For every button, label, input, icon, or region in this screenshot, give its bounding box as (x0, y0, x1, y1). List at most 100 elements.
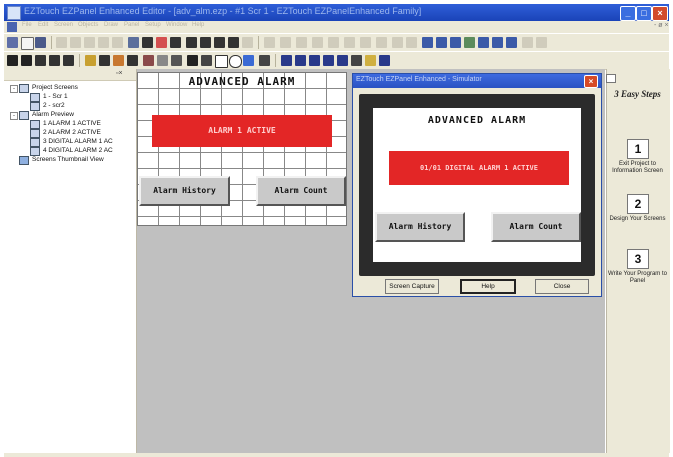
screen-capture-button[interactable]: Screen Capture (385, 279, 439, 294)
tree-thumbnail-view[interactable]: Screens Thumbnail View (32, 156, 104, 163)
ellipse-icon[interactable] (229, 55, 242, 68)
lamp-icon[interactable] (113, 55, 124, 66)
copy-icon[interactable] (70, 37, 81, 48)
menu-edit[interactable]: Edit (38, 22, 48, 28)
table-icon[interactable] (337, 55, 348, 66)
minimize-button[interactable]: _ (620, 6, 636, 21)
align-icon[interactable] (242, 37, 253, 48)
simulator-close-icon[interactable]: × (584, 75, 598, 88)
simulator-alarm-count-button[interactable]: Alarm Count (491, 212, 581, 242)
line-icon[interactable] (201, 55, 212, 66)
menu-screen[interactable]: Screen (54, 22, 73, 28)
tree-alarm-2[interactable]: 2 ALARM 2 ACTIVE (43, 129, 101, 136)
tree-alarm-3[interactable]: 3 DIGITAL ALARM 1 AC (43, 138, 113, 145)
new-icon[interactable] (21, 37, 34, 50)
menu-help[interactable]: Help (192, 22, 204, 28)
snap-grid-icon[interactable] (228, 37, 239, 48)
meter-icon[interactable] (143, 55, 154, 66)
display-icon[interactable] (127, 55, 138, 66)
plc-icon[interactable] (450, 37, 461, 48)
text-icon[interactable] (259, 55, 270, 66)
button-object-icon[interactable] (99, 55, 110, 66)
help-icon[interactable] (156, 37, 167, 48)
rectangle-icon[interactable] (215, 55, 228, 68)
settings-icon[interactable] (379, 55, 390, 66)
simulator-help-button[interactable]: Help (460, 279, 516, 294)
font-icon[interactable] (7, 55, 18, 66)
print-icon[interactable] (142, 37, 153, 48)
trend-icon[interactable] (309, 55, 320, 66)
design-alarm-history-button[interactable]: Alarm History (139, 176, 230, 206)
menu-file[interactable]: File (22, 22, 32, 28)
alarm-icon[interactable] (281, 55, 292, 66)
zoom-icon[interactable] (186, 37, 197, 48)
simulator-close-button[interactable]: Close (535, 279, 589, 294)
close-button[interactable]: × (652, 6, 668, 21)
recipe-icon[interactable] (295, 55, 306, 66)
context-help-icon[interactable] (170, 37, 181, 48)
grid-icon[interactable] (200, 37, 211, 48)
object-icon[interactable] (85, 55, 96, 66)
screen-icon[interactable] (128, 37, 139, 48)
tree-screen-1[interactable]: 1 - Scr 1 (43, 93, 68, 100)
next-icon[interactable] (522, 37, 533, 48)
step-3-button[interactable]: 3 (627, 249, 649, 269)
tag-db-icon[interactable] (436, 37, 447, 48)
chart-icon[interactable] (323, 55, 334, 66)
color-icon[interactable] (243, 55, 254, 66)
panel-minimize-icon[interactable] (606, 74, 616, 83)
paste-icon[interactable] (84, 37, 95, 48)
size-icon[interactable] (392, 37, 403, 48)
center-icon[interactable] (406, 37, 417, 48)
panel-close-icon[interactable]: ▫× (116, 70, 123, 77)
monitor-icon[interactable] (506, 37, 517, 48)
upload-icon[interactable] (478, 37, 489, 48)
gauge-icon[interactable] (157, 55, 168, 66)
layout-icon[interactable] (214, 37, 225, 48)
design-alarm-count-button[interactable]: Alarm Count (256, 176, 346, 206)
menu-panel[interactable]: Panel (124, 22, 139, 28)
align-bottom-icon[interactable] (344, 37, 355, 48)
object-list-icon[interactable] (422, 37, 433, 48)
download-icon[interactable] (492, 37, 503, 48)
align-left-icon[interactable] (264, 37, 275, 48)
mdi-controls[interactable]: - ø × (654, 22, 669, 29)
align-right-icon[interactable] (296, 37, 307, 48)
keypad-icon[interactable] (365, 55, 376, 66)
redo-icon[interactable] (112, 37, 123, 48)
fill-icon[interactable] (49, 55, 60, 66)
tree-alarm-1[interactable]: 1 ALARM 1 ACTIVE (43, 120, 101, 127)
step-2-button[interactable]: 2 (627, 194, 649, 214)
menu-setup[interactable]: Setup (145, 22, 161, 28)
tree-screen-2[interactable]: 2 - scr2 (43, 102, 65, 109)
align-middle-icon[interactable] (328, 37, 339, 48)
align-center-icon[interactable] (280, 37, 291, 48)
pointer-icon[interactable] (187, 55, 198, 66)
bitmap-icon[interactable] (63, 55, 74, 66)
space-v-icon[interactable] (376, 37, 387, 48)
maximize-button[interactable]: □ (636, 6, 652, 21)
frame-icon[interactable] (351, 55, 362, 66)
menu-draw[interactable]: Draw (104, 22, 118, 28)
menu-objects[interactable]: Objects (78, 22, 98, 28)
text-align-icon[interactable] (35, 55, 46, 66)
collapse-icon[interactable]: - (10, 85, 18, 93)
bar-icon[interactable] (171, 55, 182, 66)
simulator-alarm-history-button[interactable]: Alarm History (375, 212, 465, 242)
tree-project-screens[interactable]: Project Screens (32, 84, 78, 91)
tree-alarm-preview[interactable]: Alarm Preview (32, 111, 74, 118)
menu-window[interactable]: Window (166, 22, 187, 28)
align-top-icon[interactable] (312, 37, 323, 48)
transfer-icon[interactable] (464, 37, 475, 48)
space-h-icon[interactable] (360, 37, 371, 48)
undo-icon[interactable] (98, 37, 109, 48)
save-icon[interactable] (35, 37, 46, 48)
simulator-alarm-banner[interactable]: 01/01 DIGITAL ALARM 1 ACTIVE (389, 151, 569, 185)
font-size-icon[interactable] (21, 55, 32, 66)
tree-alarm-4[interactable]: 4 DIGITAL ALARM 2 AC (43, 147, 113, 154)
collapse-icon[interactable]: - (10, 112, 18, 120)
cut-icon[interactable] (56, 37, 67, 48)
design-alarm-banner[interactable]: ALARM 1 ACTIVE (152, 115, 332, 147)
open-icon[interactable] (7, 37, 18, 48)
prev-icon[interactable] (536, 37, 547, 48)
